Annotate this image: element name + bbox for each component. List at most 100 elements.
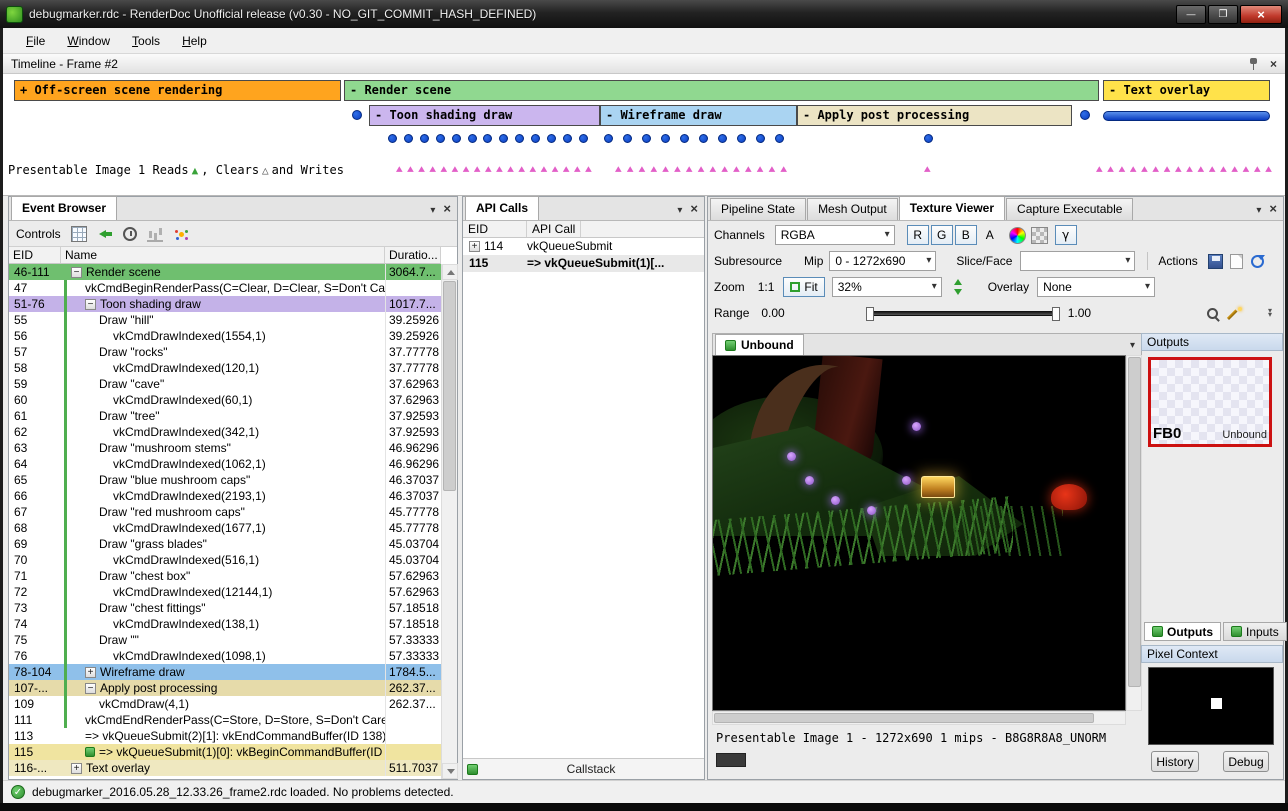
draw-call-dot[interactable] — [515, 134, 524, 143]
pin-icon[interactable] — [1249, 58, 1258, 70]
event-row[interactable]: 47vkCmdBeginRenderPass(C=Clear, D=Clear,… — [9, 280, 441, 296]
texture-tab-menu-icon[interactable] — [1130, 337, 1135, 351]
usage-triangle-icon[interactable]: ▲ — [585, 163, 592, 175]
event-row[interactable]: 66vkCmdDrawIndexed(2193,1)46.37037 — [9, 488, 441, 504]
flip-y-icon[interactable] — [952, 279, 964, 295]
draw-call-dot[interactable] — [737, 134, 746, 143]
event-row[interactable]: 72vkCmdDrawIndexed(12144,1)57.62963 — [9, 584, 441, 600]
api-call-row[interactable]: +114vkQueueSubmit — [463, 238, 704, 255]
event-row[interactable]: 71Draw "chest box"57.62963 — [9, 568, 441, 584]
title-bar[interactable]: debugmarker.rdc - RenderDoc Unofficial r… — [0, 0, 1288, 28]
event-row[interactable]: 78-104+Wireframe draw1784.5... — [9, 664, 441, 680]
event-row[interactable]: 116-...+Text overlay511.7037 — [9, 760, 441, 776]
maximize-button[interactable] — [1208, 5, 1238, 24]
open-texture-list-icon[interactable] — [1230, 254, 1243, 269]
usage-triangle-icon[interactable]: ▲ — [1186, 163, 1193, 175]
usage-triangle-icon[interactable]: ▲ — [1130, 163, 1137, 175]
fit-button[interactable]: Fit — [783, 277, 824, 297]
channel-g-button[interactable]: G — [931, 225, 953, 245]
usage-triangle-icon[interactable]: ▲ — [463, 163, 470, 175]
event-row[interactable]: 75Draw ""57.33333 — [9, 632, 441, 648]
scroll-down-icon[interactable] — [442, 763, 458, 779]
event-row[interactable]: 55Draw "hill"39.25926 — [9, 312, 441, 328]
draw-call-dot[interactable] — [756, 134, 765, 143]
history-button[interactable]: History — [1151, 751, 1199, 772]
event-row[interactable]: 113=> vkQueueSubmit(2)[1]: vkEndCommandB… — [9, 728, 441, 744]
expander-icon[interactable]: + — [469, 241, 480, 252]
timeline-section-render-scene[interactable]: - Render scene — [344, 80, 1099, 101]
usage-triangle-icon[interactable]: ▲ — [924, 163, 931, 175]
usage-triangle-icon[interactable]: ▲ — [650, 163, 657, 175]
event-row[interactable]: 62vkCmdDrawIndexed(342,1)37.92593 — [9, 424, 441, 440]
usage-triangle-icon[interactable]: ▲ — [710, 163, 717, 175]
menu-file[interactable]: File — [17, 31, 54, 51]
usage-triangle-icon[interactable]: ▲ — [452, 163, 459, 175]
column-eid[interactable]: EID — [9, 247, 61, 263]
slice-face-dropdown[interactable] — [1020, 251, 1135, 271]
event-row[interactable]: 64vkCmdDrawIndexed(1062,1)46.96296 — [9, 456, 441, 472]
usage-triangle-icon[interactable]: ▲ — [1265, 163, 1272, 175]
panel-close-icon[interactable] — [1269, 201, 1277, 216]
panel-menu-icon[interactable] — [1256, 202, 1261, 216]
draw-call-dot[interactable] — [468, 134, 477, 143]
draw-call-dot[interactable] — [775, 134, 784, 143]
usage-triangle-icon[interactable]: ▲ — [518, 163, 525, 175]
draw-call-dot[interactable] — [352, 110, 362, 120]
usage-triangle-icon[interactable]: ▲ — [496, 163, 503, 175]
scroll-up-icon[interactable] — [442, 264, 458, 280]
event-row[interactable]: 58vkCmdDrawIndexed(120,1)37.77778 — [9, 360, 441, 376]
refresh-icon[interactable] — [1251, 255, 1264, 268]
draw-call-dot[interactable] — [604, 134, 613, 143]
channel-r-button[interactable]: R — [907, 225, 929, 245]
event-row[interactable]: 109vkCmdDraw(4,1)262.37... — [9, 696, 441, 712]
usage-triangle-icon[interactable]: ▲ — [733, 163, 740, 175]
usage-triangle-icon[interactable]: ▲ — [1141, 163, 1148, 175]
usage-triangle-icon[interactable]: ▲ — [507, 163, 514, 175]
usage-triangle-icon[interactable]: ▲ — [698, 163, 705, 175]
range-handle-min[interactable] — [866, 307, 874, 321]
event-browser-scrollbar[interactable] — [441, 264, 457, 779]
usage-triangle-icon[interactable]: ▲ — [407, 163, 414, 175]
autofit-wand-icon[interactable] — [1228, 306, 1243, 321]
event-row[interactable]: 115=> vkQueueSubmit(1)[0]: vkBeginComman… — [9, 744, 441, 760]
usage-triangle-icon[interactable]: ▲ — [1096, 163, 1103, 175]
expander-icon[interactable]: + — [85, 667, 96, 678]
usage-triangle-icon[interactable]: ▲ — [1209, 163, 1216, 175]
channel-a-button[interactable]: A — [979, 225, 1001, 245]
usage-triangle-icon[interactable]: ▲ — [1119, 163, 1126, 175]
panel-close-icon[interactable] — [443, 201, 451, 216]
event-row[interactable]: 60vkCmdDrawIndexed(60,1)37.62963 — [9, 392, 441, 408]
usage-triangle-icon[interactable]: ▲ — [1254, 163, 1261, 175]
draw-call-dot[interactable] — [661, 134, 670, 143]
overlay-dropdown[interactable]: None — [1037, 277, 1155, 297]
timeline-close-icon[interactable]: × — [1270, 58, 1277, 70]
close-button[interactable] — [1240, 5, 1282, 24]
tab-mesh-output[interactable]: Mesh Output — [807, 198, 898, 220]
usage-triangle-icon[interactable]: ▲ — [1198, 163, 1205, 175]
range-options-icon[interactable] — [1265, 306, 1275, 320]
usage-triangle-icon[interactable]: ▲ — [662, 163, 669, 175]
draw-call-dot[interactable] — [531, 134, 540, 143]
zoom-dropdown[interactable]: 32% — [832, 277, 942, 297]
draw-call-dot[interactable] — [404, 134, 413, 143]
expander-icon[interactable]: − — [85, 299, 96, 310]
tab-outputs[interactable]: Outputs — [1144, 622, 1221, 641]
usage-triangle-icon[interactable]: ▲ — [1220, 163, 1227, 175]
channels-dropdown[interactable]: RGBA — [775, 225, 895, 245]
usage-triangle-icon[interactable]: ▲ — [780, 163, 787, 175]
callstack-section[interactable]: Callstack — [463, 758, 704, 779]
draw-call-dot[interactable] — [436, 134, 445, 143]
column-duration[interactable]: Duratio... — [385, 247, 441, 263]
draw-call-dot[interactable] — [563, 134, 572, 143]
tab-texture-viewer[interactable]: Texture Viewer — [899, 196, 1005, 220]
usage-triangle-icon[interactable]: ▲ — [441, 163, 448, 175]
time-durations-icon[interactable] — [123, 227, 137, 241]
channel-b-button[interactable]: B — [955, 225, 977, 245]
event-row[interactable]: 67Draw "red mushroom caps"45.77778 — [9, 504, 441, 520]
usage-triangle-icon[interactable]: ▲ — [1152, 163, 1159, 175]
bookmark-icon[interactable] — [173, 226, 189, 242]
event-row[interactable]: 107-...−Apply post processing262.37... — [9, 680, 441, 696]
find-event-icon[interactable] — [71, 226, 87, 242]
draw-call-dot[interactable] — [642, 134, 651, 143]
draw-call-dot[interactable] — [547, 134, 556, 143]
